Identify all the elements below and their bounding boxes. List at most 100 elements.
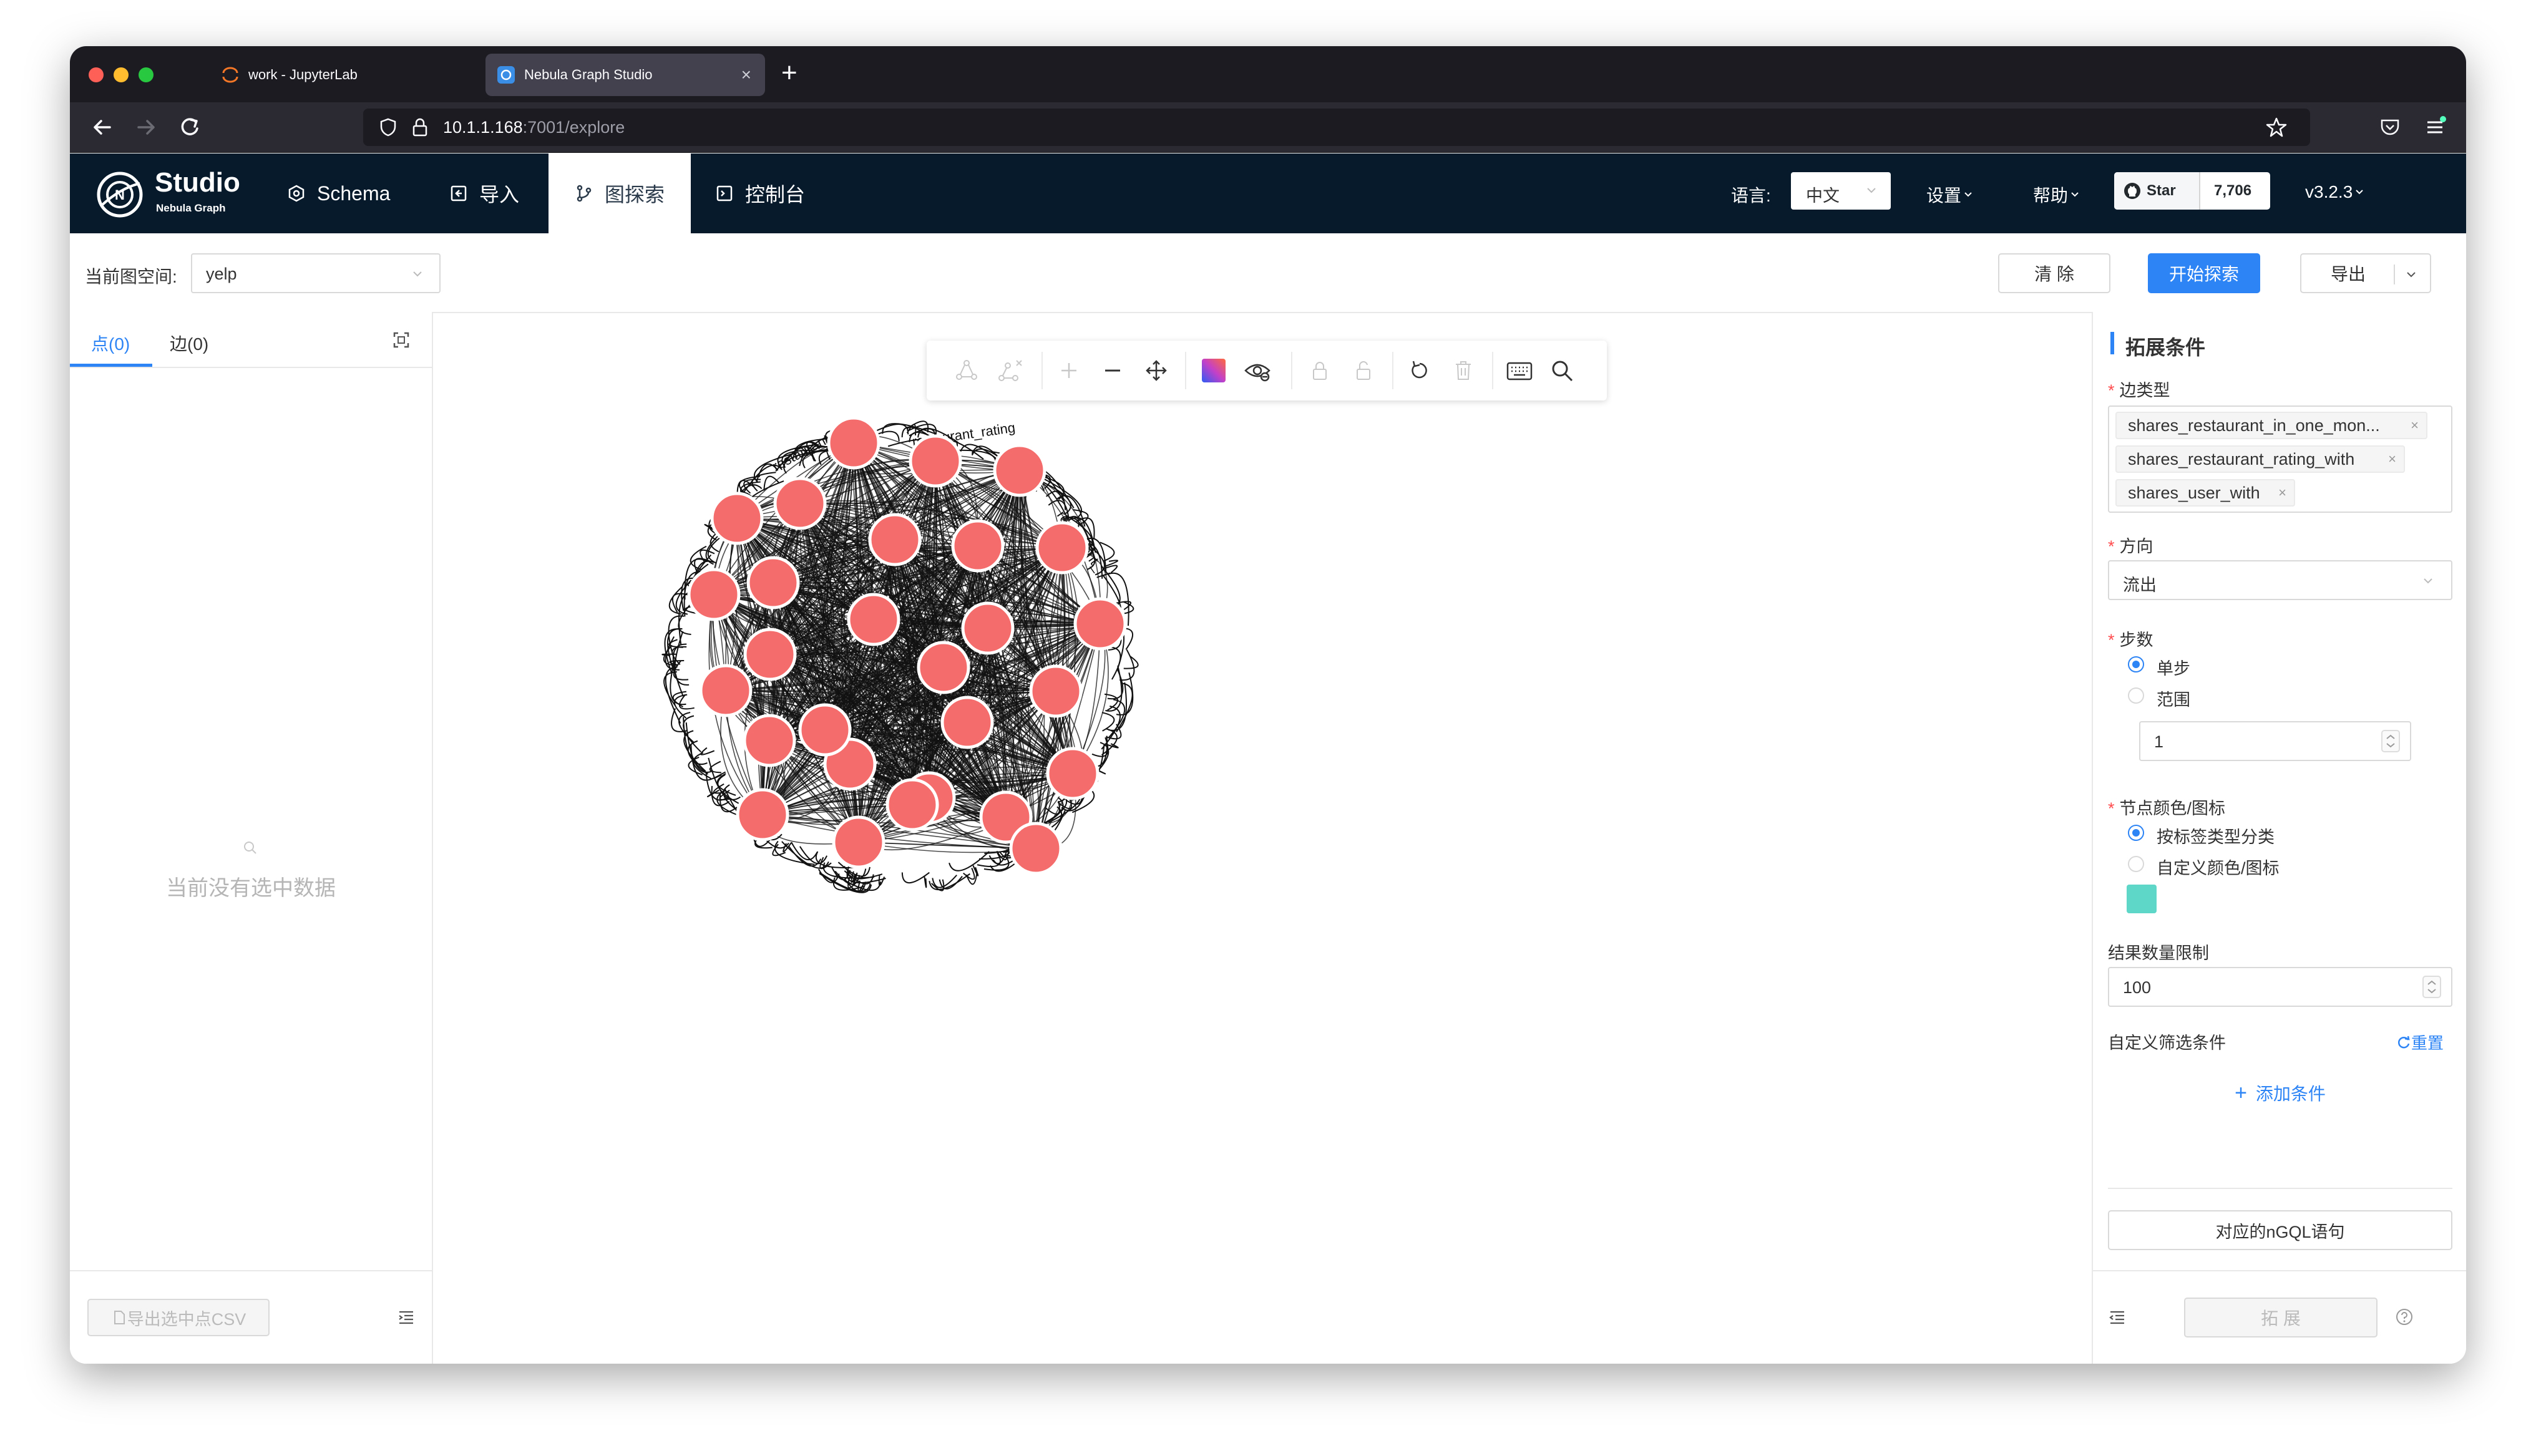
lock-icon[interactable] [411, 117, 429, 137]
step-range-radio[interactable] [2128, 687, 2144, 704]
graph-node[interactable] [993, 444, 1046, 497]
reset-button[interactable]: 重置 [2396, 1031, 2444, 1054]
undo-icon[interactable] [1407, 358, 1432, 383]
graph-node[interactable] [868, 513, 922, 566]
graph-node[interactable] [1073, 597, 1127, 651]
graph-edge[interactable] [1091, 737, 1109, 757]
tab-vertices[interactable]: 点(0) [70, 312, 152, 367]
add-condition-button[interactable]: + 添加条件 [2093, 1080, 2466, 1105]
clear-button[interactable]: 清 除 [1998, 253, 2110, 293]
github-star-button[interactable]: Star 7,706 [2114, 172, 2270, 210]
graph-edge[interactable] [818, 868, 840, 883]
settings-menu[interactable]: 设置 [1926, 182, 1975, 207]
graph-node[interactable] [746, 556, 800, 609]
graph-node[interactable] [687, 568, 741, 621]
graph-node[interactable] [1009, 822, 1063, 875]
disconnect-icon[interactable] [998, 358, 1023, 383]
graph-edge[interactable] [924, 876, 927, 888]
graph-node[interactable] [847, 593, 900, 646]
language-select[interactable]: 中文 [1791, 172, 1891, 210]
graph-edge[interactable] [672, 643, 687, 697]
space-select[interactable]: yelp [191, 253, 441, 293]
menu-fold-icon[interactable] [2108, 1308, 2127, 1326]
graph-node[interactable] [743, 628, 797, 681]
nebula-logo-icon[interactable]: N [95, 170, 145, 220]
nav-import[interactable]: 导入 [449, 153, 543, 233]
graph-edge[interactable] [977, 852, 1001, 867]
graph-node[interactable] [827, 416, 880, 470]
close-icon[interactable]: × [2388, 451, 2396, 467]
nav-schema[interactable]: Schema [287, 153, 437, 233]
graph-node[interactable] [1035, 521, 1089, 575]
graph-node[interactable] [885, 778, 939, 832]
shield-icon[interactable] [378, 117, 398, 137]
graph-node[interactable] [909, 434, 962, 488]
lock-icon[interactable] [1307, 358, 1332, 383]
graph-node[interactable] [832, 815, 885, 869]
graph-node[interactable] [798, 703, 852, 757]
start-explore-button[interactable]: 开始探索 [2148, 253, 2260, 293]
graph-node[interactable] [940, 696, 994, 749]
graph-edge[interactable] [791, 842, 818, 860]
graph-node[interactable] [917, 641, 970, 694]
stepper-icon[interactable] [2422, 976, 2441, 998]
color-by-tag-radio[interactable] [2128, 825, 2144, 841]
graph-edge[interactable] [949, 851, 990, 871]
connect-icon[interactable] [954, 358, 979, 383]
pan-icon[interactable] [1144, 358, 1169, 383]
expand-button[interactable]: 拓 展 [2184, 1298, 2378, 1337]
maximize-window-button[interactable] [139, 67, 154, 82]
browser-tab-nebula[interactable]: Nebula Graph Studio × [485, 54, 765, 96]
ngql-button[interactable]: 对应的nGQL语句 [2108, 1210, 2452, 1250]
limit-input[interactable]: 100 [2108, 967, 2452, 1007]
delete-icon[interactable] [1451, 358, 1476, 383]
graph-node[interactable] [699, 664, 753, 717]
graph-edge[interactable] [700, 747, 715, 755]
color-palette-icon[interactable] [1200, 357, 1227, 384]
chevron-down-icon[interactable] [2404, 267, 2419, 282]
step-single-radio[interactable] [2128, 656, 2144, 672]
graph-node[interactable] [773, 477, 827, 530]
menu-unfold-icon[interactable] [397, 1308, 416, 1326]
nav-console[interactable]: 控制台 [715, 153, 821, 233]
close-window-button[interactable] [89, 67, 104, 82]
graph-node[interactable] [951, 519, 1005, 573]
step-number-input[interactable]: 1 [2139, 721, 2411, 761]
version-menu[interactable]: v3.2.3 [2305, 182, 2366, 202]
address-bar[interactable]: 10.1.1.168:7001/explore [363, 109, 2310, 146]
keyboard-icon[interactable] [1506, 358, 1533, 383]
pocket-icon[interactable] [2379, 116, 2401, 138]
graph-node[interactable] [961, 601, 1015, 655]
graph-node[interactable] [710, 492, 764, 545]
menu-icon[interactable] [2424, 116, 2446, 138]
zoom-in-icon[interactable] [1056, 358, 1081, 383]
edge-type-select[interactable]: shares_restaurant_in_one_mon... × shares_… [2108, 405, 2452, 513]
graph-edge[interactable] [774, 840, 815, 865]
fullscreen-icon[interactable] [392, 331, 411, 349]
color-swatch[interactable] [2127, 885, 2157, 913]
graph-node[interactable] [736, 788, 789, 842]
graph-canvas[interactable]: restaurant_ratingrestaurant_ratirestaura… [433, 313, 2090, 1364]
minimize-window-button[interactable] [114, 67, 129, 82]
reload-icon[interactable] [176, 114, 203, 141]
export-csv-button[interactable]: 导出选中点CSV [87, 1299, 270, 1336]
stepper-icon[interactable] [2381, 730, 2400, 752]
direction-select[interactable]: 流出 [2108, 560, 2452, 600]
graph-node[interactable] [1046, 747, 1100, 800]
question-icon[interactable] [2395, 1308, 2414, 1326]
color-custom-radio[interactable] [2128, 856, 2144, 872]
close-icon[interactable]: × [2278, 485, 2286, 501]
back-icon[interactable] [89, 114, 116, 141]
graph-edge[interactable] [1101, 712, 1115, 732]
unlock-icon[interactable] [1351, 358, 1376, 383]
graph-node[interactable] [1029, 664, 1083, 718]
hide-icon[interactable] [1244, 358, 1271, 383]
nav-explore[interactable]: 图探索 [549, 153, 691, 233]
graph-node[interactable] [743, 714, 796, 767]
zoom-out-icon[interactable] [1100, 358, 1125, 383]
help-menu[interactable]: 帮助 [2033, 182, 2082, 207]
search-icon[interactable] [1549, 358, 1574, 383]
tab-edges[interactable]: 边(0) [170, 312, 238, 367]
forward-icon[interactable] [132, 114, 160, 141]
close-icon[interactable]: × [2411, 417, 2419, 434]
